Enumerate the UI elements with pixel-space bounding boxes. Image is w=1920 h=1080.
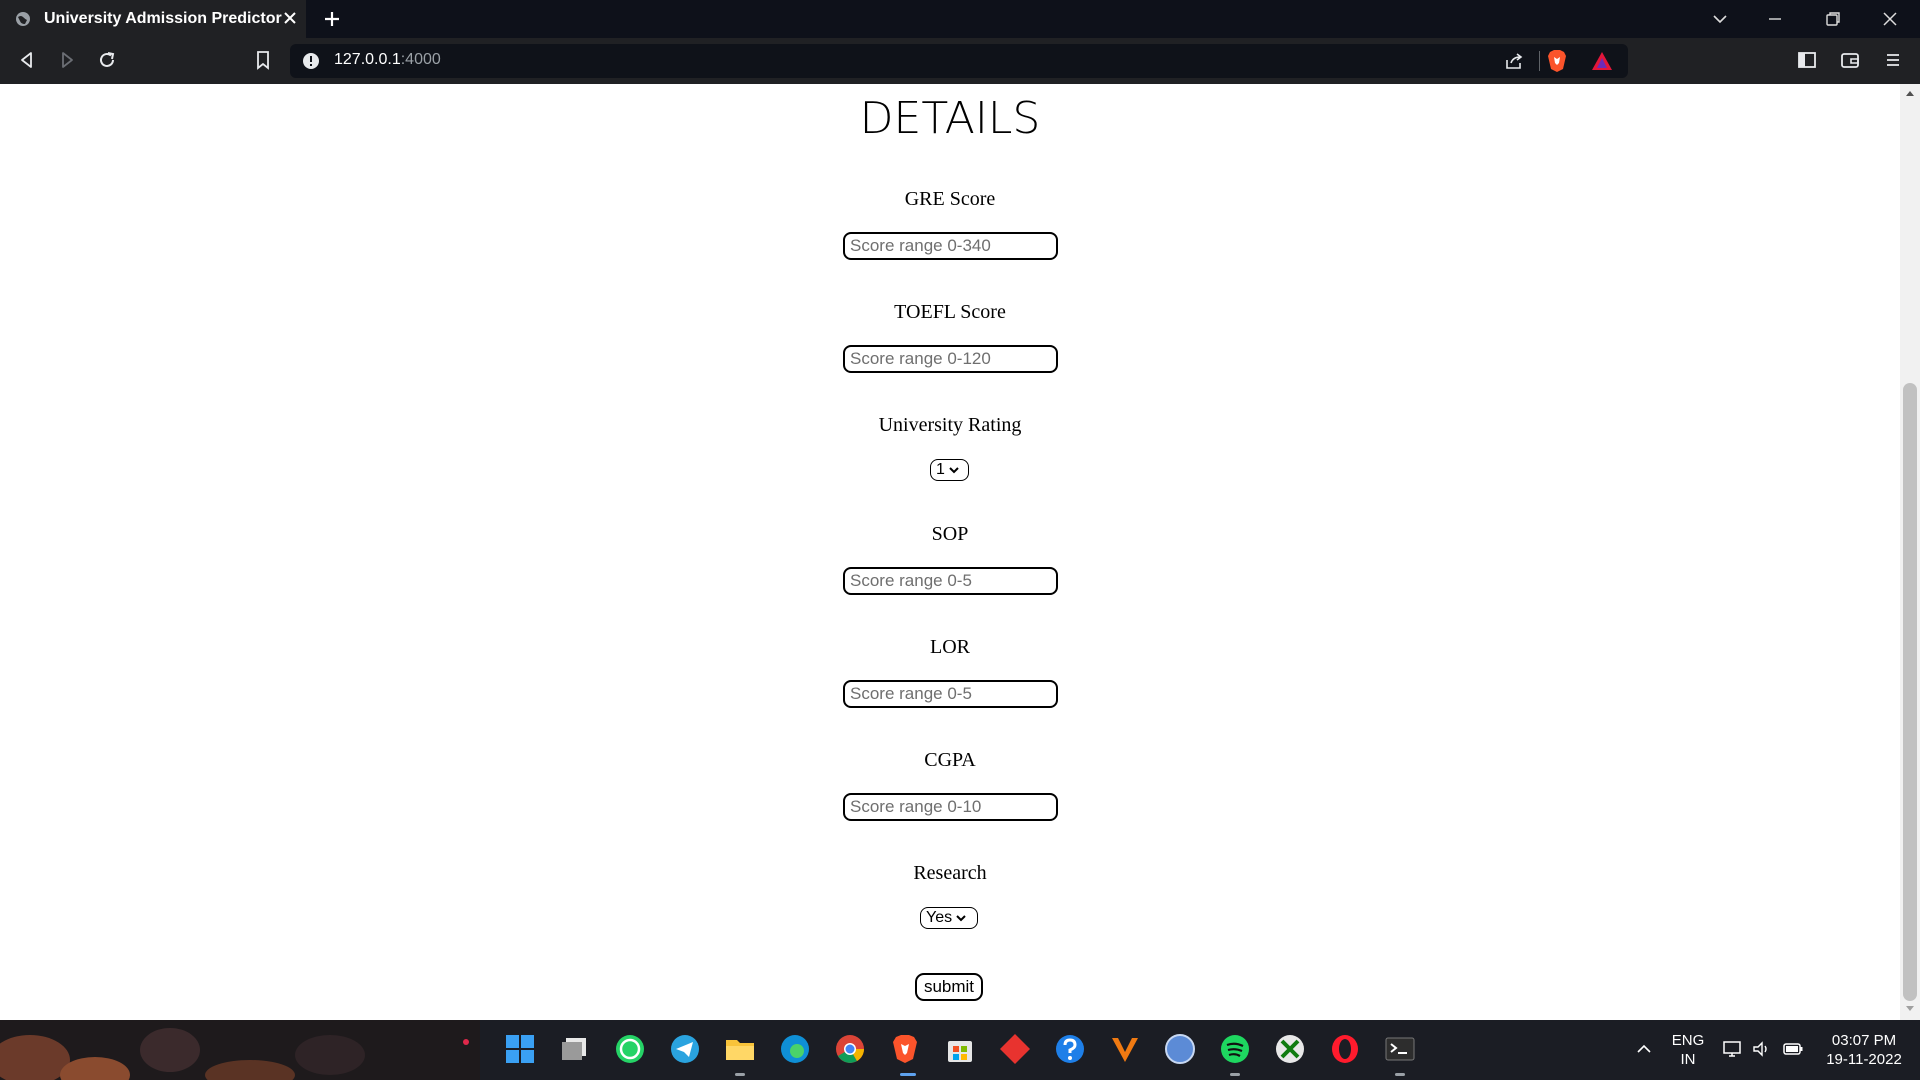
scrollbar-thumb[interactable]: [1903, 383, 1917, 1001]
chevron-down-icon: [949, 467, 959, 474]
red-diamond-app-icon[interactable]: [998, 1032, 1032, 1066]
submit-button[interactable]: submit: [915, 973, 983, 1001]
language-code: ENG: [1671, 1032, 1705, 1049]
reload-icon[interactable]: [96, 49, 118, 71]
lor-input[interactable]: [843, 680, 1058, 708]
battery-icon[interactable]: [1782, 1040, 1804, 1058]
omnibox-divider: [1539, 51, 1540, 71]
cgpa-label: CGPA: [924, 749, 976, 771]
clock[interactable]: 03:07 PM 19-11-2022: [1815, 1031, 1913, 1069]
research-select[interactable]: Yes: [920, 907, 978, 929]
active-tab[interactable]: University Admission Predictor: [0, 0, 306, 38]
info-icon[interactable]: [302, 52, 320, 70]
brave-icon[interactable]: [888, 1032, 922, 1066]
share-icon[interactable]: [1504, 51, 1524, 71]
toefl-score-label: TOEFL Score: [894, 301, 1006, 323]
globe-icon: [16, 12, 30, 26]
research-label: Research: [913, 862, 987, 884]
lor-label: LOR: [930, 636, 970, 658]
tab-search-chevron-icon[interactable]: [1710, 9, 1730, 29]
chevron-down-icon: [956, 915, 966, 922]
spotify-icon[interactable]: [1218, 1032, 1252, 1066]
bookmark-icon[interactable]: [252, 49, 274, 71]
toefl-score-input[interactable]: [843, 345, 1058, 373]
start-icon[interactable]: [503, 1032, 537, 1066]
task-view-icon[interactable]: [558, 1032, 592, 1066]
url-text[interactable]: 127.0.0.1:4000: [334, 51, 441, 69]
brave-shields-icon[interactable]: [1546, 49, 1568, 73]
scroll-down-icon[interactable]: [1905, 1005, 1915, 1013]
close-tab-icon[interactable]: [281, 9, 299, 27]
wallpaper-decoration: [0, 1020, 480, 1080]
vlc-icon[interactable]: [1108, 1032, 1142, 1066]
forward-icon[interactable]: [56, 49, 78, 71]
terminal-icon[interactable]: [1383, 1032, 1417, 1066]
network-icon[interactable]: [1722, 1039, 1744, 1059]
url-host: 127.0.0.1: [334, 51, 401, 68]
file-explorer-icon[interactable]: [723, 1032, 757, 1066]
qbittorrent-icon[interactable]: [1163, 1032, 1197, 1066]
back-icon[interactable]: [16, 49, 38, 71]
taskbar: ENG IN 03:07 PM 19-11-2022: [0, 1020, 1920, 1080]
chrome-icon[interactable]: [833, 1032, 867, 1066]
menu-icon[interactable]: [1882, 49, 1904, 71]
opera-icon[interactable]: [1328, 1032, 1362, 1066]
volume-icon[interactable]: [1751, 1039, 1771, 1059]
help-icon[interactable]: [1053, 1032, 1087, 1066]
region-code: IN: [1680, 1051, 1696, 1068]
sop-input[interactable]: [843, 567, 1058, 595]
wallet-icon[interactable]: [1839, 49, 1861, 71]
research-value: Yes: [926, 909, 953, 926]
sidebar-icon[interactable]: [1796, 49, 1818, 71]
microsoft-store-icon[interactable]: [943, 1032, 977, 1066]
close-window-icon[interactable]: [1880, 9, 1900, 29]
scroll-up-icon[interactable]: [1905, 89, 1915, 97]
clock-date: 19-11-2022: [1826, 1051, 1902, 1068]
running-indicator: [735, 1073, 745, 1076]
running-indicator: [1395, 1073, 1405, 1076]
telegram-icon[interactable]: [668, 1032, 702, 1066]
xbox-icon[interactable]: [1273, 1032, 1307, 1066]
restore-icon[interactable]: [1823, 9, 1843, 29]
sop-label: SOP: [931, 523, 969, 545]
address-bar[interactable]: 127.0.0.1:4000: [290, 44, 1628, 78]
minimize-icon[interactable]: [1765, 9, 1785, 29]
whatsapp-icon[interactable]: [613, 1032, 647, 1066]
university-rating-label: University Rating: [878, 414, 1022, 436]
language-indicator[interactable]: ENG IN: [1668, 1031, 1708, 1069]
cgpa-input[interactable]: [843, 793, 1058, 821]
active-app-indicator: [900, 1073, 916, 1076]
gre-score-input[interactable]: [843, 232, 1058, 260]
clock-time: 03:07 PM: [1831, 1032, 1897, 1049]
university-rating-select[interactable]: 1: [930, 459, 969, 481]
tab-strip: University Admission Predictor: [0, 0, 1920, 38]
show-hidden-icons-chevron-icon[interactable]: [1635, 1040, 1653, 1058]
university-rating-value: 1: [936, 461, 945, 478]
new-tab-icon[interactable]: [322, 9, 342, 29]
gre-score-label: GRE Score: [904, 188, 996, 210]
edge-icon[interactable]: [778, 1032, 812, 1066]
running-indicator: [1230, 1073, 1240, 1076]
page-title: DETAILS: [859, 93, 1041, 144]
url-port: :4000: [400, 51, 441, 68]
page-content: DETAILS GRE Score TOEFL Score University…: [0, 84, 1900, 1020]
brave-rewards-icon[interactable]: [1591, 51, 1613, 71]
tab-title: University Admission Predictor: [44, 10, 282, 27]
